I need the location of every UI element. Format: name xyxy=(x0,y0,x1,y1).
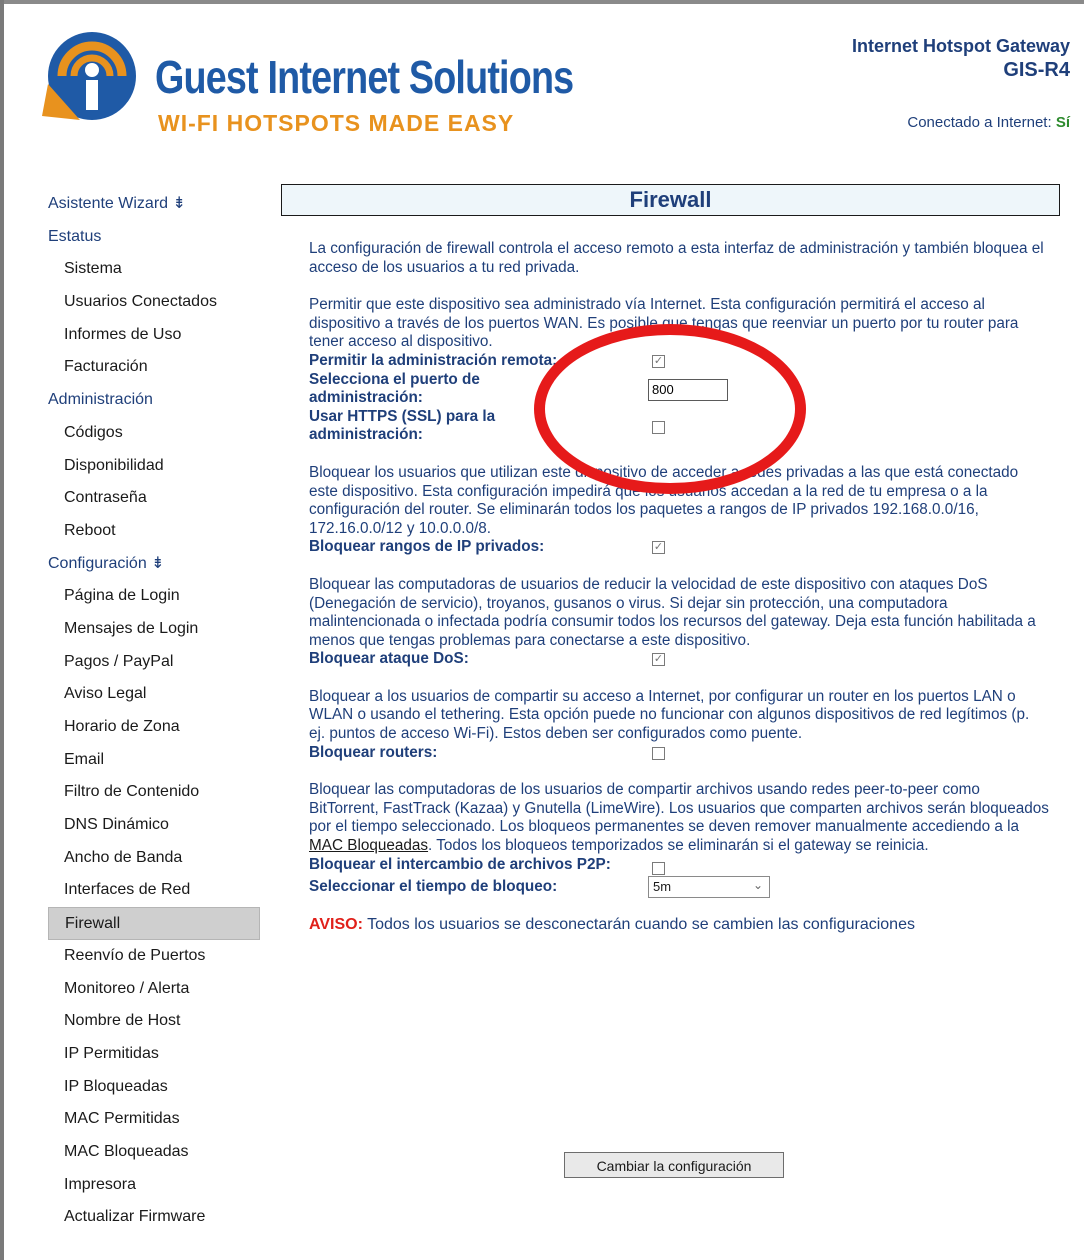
submit-button[interactable]: Cambiar la configuración xyxy=(564,1152,784,1178)
sidebar-item-facturacion[interactable]: Facturación xyxy=(48,351,260,384)
sidebar-section-administracion[interactable]: Administración xyxy=(48,384,260,417)
sidebar-item-ip-permitidas[interactable]: IP Permitidas xyxy=(48,1038,260,1071)
sidebar-item-wizard[interactable]: Asistente Wizard ⇟ xyxy=(48,188,260,221)
block-time-row: Seleccionar el tiempo de bloqueo: 5m ⌄ xyxy=(309,874,1049,900)
private-ranges-row: Bloquear rangos de IP privados: ✓ xyxy=(309,538,1049,557)
sidebar-item-ip-bloqueadas[interactable]: IP Bloqueadas xyxy=(48,1071,260,1104)
sidebar-item-email[interactable]: Email xyxy=(48,744,260,777)
firewall-settings: La configuración de firewall controla el… xyxy=(309,240,1049,934)
sidebar-item-sistema[interactable]: Sistema xyxy=(48,253,260,286)
admin-port-label: Selecciona el puerto de administración: xyxy=(309,370,480,407)
sidebar-item-disponibilidad[interactable]: Disponibilidad xyxy=(48,450,260,483)
routers-description: Bloquear a los usuarios de compartir su … xyxy=(309,687,1030,743)
sidebar-nav: Asistente Wizard ⇟ Estatus Sistema Usuar… xyxy=(48,188,260,1234)
sidebar-item-pagos[interactable]: Pagos / PayPal xyxy=(48,646,260,679)
sidebar-item-pagina-login[interactable]: Página de Login xyxy=(48,580,260,613)
connection-label: Conectado a Internet: xyxy=(907,114,1052,131)
https-checkbox[interactable] xyxy=(652,420,665,434)
admin-port-input[interactable] xyxy=(648,378,728,401)
dos-row: Bloquear ataque DoS: ✓ xyxy=(309,650,1049,669)
connection-value: Sí xyxy=(1055,114,1070,131)
product-title: Internet Hotspot Gateway GIS-R4 xyxy=(852,36,1070,82)
sidebar-item-filtro-contenido[interactable]: Filtro de Contenido xyxy=(48,776,260,809)
routers-checkbox[interactable] xyxy=(652,746,665,760)
mac-bloqueadas-link[interactable]: MAC Bloqueadas xyxy=(309,837,428,854)
private-ranges-description: Bloquear los usuarios que utilizan este … xyxy=(309,463,1019,537)
window-left-border xyxy=(0,0,4,1260)
sidebar-item-mac-permitidas[interactable]: MAC Permitidas xyxy=(48,1103,260,1136)
dos-description: Bloquear las computadoras de usuarios de… xyxy=(309,575,1036,649)
remote-admin-description: Permitir que este dispositivo sea admini… xyxy=(309,296,1019,351)
warning-prefix: AVISO: xyxy=(309,916,363,934)
routers-row: Bloquear routers: xyxy=(309,744,1049,763)
sidebar-item-contrasena[interactable]: Contraseña xyxy=(48,482,260,515)
sidebar-item-ancho-banda[interactable]: Ancho de Banda xyxy=(48,842,260,875)
sidebar-item-mac-bloqueadas[interactable]: MAC Bloqueadas xyxy=(48,1136,260,1169)
sidebar-item-aviso-legal[interactable]: Aviso Legal xyxy=(48,678,260,711)
brand-logo-icon xyxy=(42,32,136,120)
brand-name: Guest Internet Solutions xyxy=(155,51,574,103)
admin-port-row: Selecciona el puerto de administración: xyxy=(309,370,728,408)
sidebar-item-interfaces-red[interactable]: Interfaces de Red xyxy=(48,874,260,907)
intro-text: La configuración de firewall controla el… xyxy=(309,240,1044,276)
dos-checkbox[interactable]: ✓ xyxy=(652,653,665,667)
private-ranges-label: Bloquear rangos de IP privados: xyxy=(309,538,545,556)
block-time-value: 5m xyxy=(653,879,672,895)
connection-status: Conectado a Internet: Sí xyxy=(907,114,1070,131)
sidebar-section-estatus[interactable]: Estatus xyxy=(48,221,260,254)
p2p-checkbox[interactable] xyxy=(652,861,665,875)
p2p-description: Bloquear las computadoras de los usuario… xyxy=(309,781,1049,855)
product-model: GIS-R4 xyxy=(1003,59,1070,81)
sidebar-item-informes-uso[interactable]: Informes de Uso xyxy=(48,319,260,352)
remote-admin-label: Permitir la administración remota: xyxy=(309,351,558,369)
dos-label: Bloquear ataque DoS: xyxy=(309,650,469,668)
window-top-border xyxy=(0,0,1084,4)
sidebar-item-impresora[interactable]: Impresora xyxy=(48,1169,260,1202)
sidebar-item-reboot[interactable]: Reboot xyxy=(48,515,260,548)
p2p-description-text: Bloquear las computadoras de los usuario… xyxy=(309,781,1049,836)
sidebar-item-codigos[interactable]: Códigos xyxy=(48,417,260,450)
block-time-select[interactable]: 5m ⌄ xyxy=(648,876,770,899)
sidebar-item-nombre-host[interactable]: Nombre de Host xyxy=(48,1005,260,1038)
remote-admin-checkbox[interactable]: ✓ xyxy=(652,354,665,368)
https-row: Usar HTTPS (SSL) para la administración: xyxy=(309,407,665,445)
warning-message: AVISO: Todos los usuarios se desconectar… xyxy=(309,916,1049,934)
private-ranges-checkbox[interactable]: ✓ xyxy=(652,541,665,555)
remote-admin-row: Permitir la administración remota: ✓ xyxy=(309,352,1049,371)
p2p-description-text-2: . Todos los bloqueos temporizados se eli… xyxy=(428,837,929,855)
sidebar-item-usuarios-conectados[interactable]: Usuarios Conectados xyxy=(48,286,260,319)
product-line1: Internet Hotspot Gateway xyxy=(851,36,1070,56)
sidebar-item-dns-dinamico[interactable]: DNS Dinámico xyxy=(48,809,260,842)
routers-label: Bloquear routers: xyxy=(309,743,438,761)
p2p-label: Bloquear el intercambio de archivos P2P: xyxy=(309,855,611,873)
sidebar-section-configuracion[interactable]: Configuración ⇟ xyxy=(48,548,260,581)
page-title: Firewall xyxy=(281,184,1060,216)
sidebar-item-reenvio-puertos[interactable]: Reenvío de Puertos xyxy=(48,940,260,973)
p2p-row: Bloquear el intercambio de archivos P2P: xyxy=(309,855,665,875)
sidebar-item-mensajes-login[interactable]: Mensajes de Login xyxy=(48,613,260,646)
warning-text: Todos los usuarios se desconectarán cuan… xyxy=(362,916,915,934)
sidebar-item-monitoreo[interactable]: Monitoreo / Alerta xyxy=(48,973,260,1006)
https-label: Usar HTTPS (SSL) para la administración: xyxy=(309,407,496,444)
sidebar-item-horario-zona[interactable]: Horario de Zona xyxy=(48,711,260,744)
sidebar-item-actualizar-firmware[interactable]: Actualizar Firmware xyxy=(48,1201,260,1234)
brand-tagline: WI-FI HOTSPOTS MADE EASY xyxy=(158,110,515,136)
chevron-down-icon: ⌄ xyxy=(752,878,763,893)
sidebar-item-firewall[interactable]: Firewall xyxy=(48,907,260,940)
